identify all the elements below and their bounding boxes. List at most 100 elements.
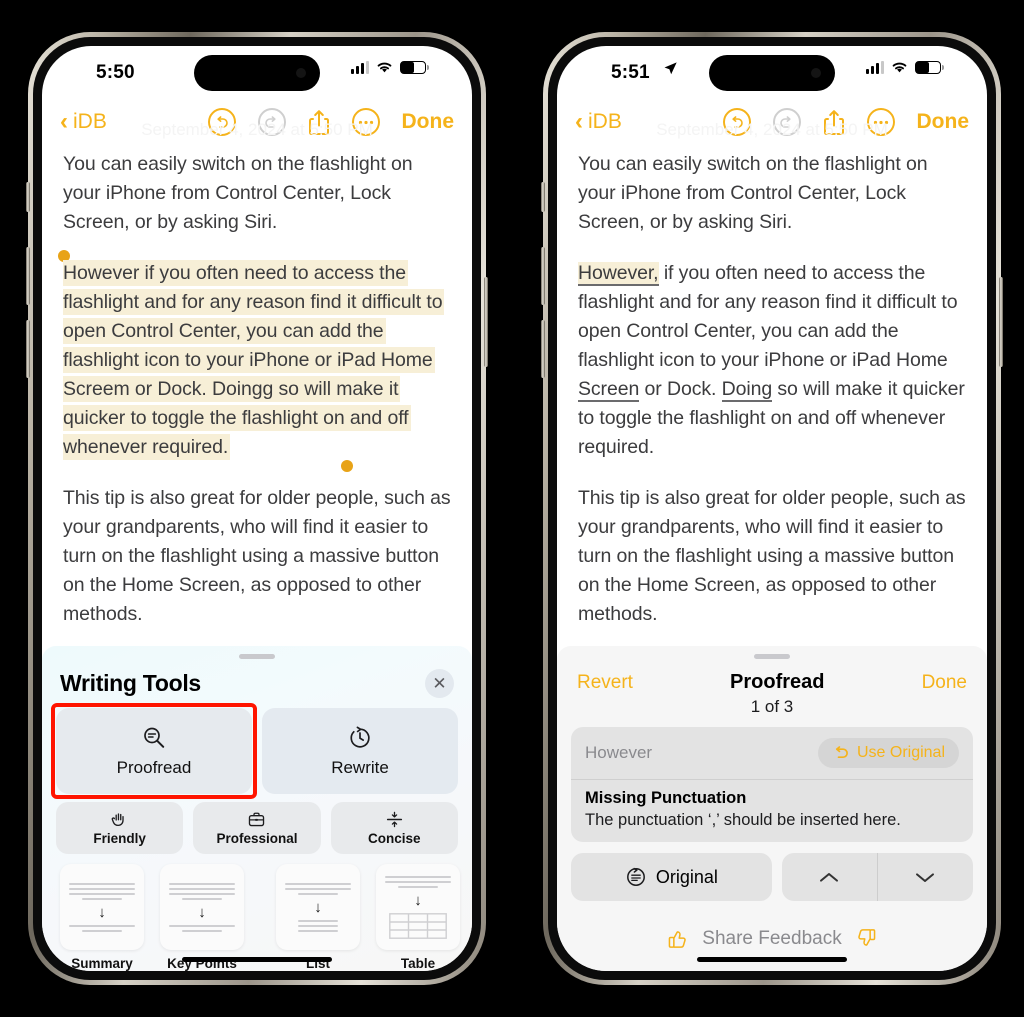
thumbs-up-icon[interactable] bbox=[666, 927, 689, 950]
signal-icon bbox=[866, 60, 884, 74]
proofread-button[interactable]: Proofread bbox=[51, 703, 257, 799]
note-paragraph-3: This tip is also great for older people,… bbox=[63, 487, 451, 625]
rewrite-button[interactable]: Rewrite bbox=[262, 708, 458, 794]
dynamic-island bbox=[709, 55, 835, 91]
correction-doing[interactable]: Doing bbox=[721, 378, 772, 402]
left-nav-bar: September 4, 2024 at 5:50 PM ‹ iDB Done bbox=[42, 98, 472, 146]
use-original-button[interactable]: Use Original bbox=[817, 738, 959, 768]
original-toggle-button[interactable]: Original bbox=[571, 853, 772, 901]
tone-concise-button[interactable]: Concise bbox=[330, 802, 458, 854]
front-camera-icon bbox=[811, 68, 821, 78]
table-card[interactable]: ↓ Table bbox=[376, 864, 460, 971]
side-power-button[interactable] bbox=[484, 277, 488, 367]
done-button[interactable]: Done bbox=[917, 110, 970, 134]
nav-actions: Done bbox=[207, 108, 455, 136]
undo-icon[interactable] bbox=[207, 108, 236, 136]
share-feedback-label[interactable]: Share Feedback bbox=[702, 928, 841, 950]
waving-hand-icon bbox=[111, 813, 124, 827]
key-points-icon: ↓ bbox=[160, 864, 244, 950]
original-lines-icon bbox=[626, 867, 645, 886]
suggestion-card: However Use Original Missing Punctuation… bbox=[571, 727, 973, 842]
close-icon[interactable]: ✕ bbox=[425, 669, 454, 698]
rewrite-label: Rewrite bbox=[331, 757, 389, 777]
tone-friendly-button[interactable]: Friendly bbox=[56, 802, 184, 854]
volume-up-button[interactable] bbox=[541, 247, 545, 305]
front-camera-icon bbox=[296, 68, 306, 78]
back-button[interactable]: ‹ iDB bbox=[575, 110, 622, 134]
proofread-sheet: Revert Proofread Done 1 of 3 However Use… bbox=[557, 646, 987, 971]
writing-tools-primary-row: Proofread Rewrite bbox=[42, 698, 472, 799]
back-button[interactable]: ‹ iDB bbox=[60, 110, 107, 134]
arrow-down-icon: ↓ bbox=[414, 891, 422, 909]
issue-detail-block: Missing Punctuation The punctuation ‘,’ … bbox=[571, 780, 973, 842]
signal-icon bbox=[351, 60, 369, 74]
chevron-down-icon[interactable] bbox=[878, 853, 973, 901]
undo-icon[interactable] bbox=[722, 108, 751, 136]
para2-text-2: or Dock. bbox=[639, 378, 722, 400]
back-label: iDB bbox=[73, 110, 107, 133]
list-card[interactable]: ↓ List bbox=[276, 864, 360, 971]
chevron-up-icon[interactable] bbox=[782, 853, 877, 901]
selection-handle-end[interactable] bbox=[341, 460, 353, 472]
left-note-body[interactable]: You can easily switch on the flashlight … bbox=[42, 146, 472, 629]
proofread-title: Proofread bbox=[730, 671, 825, 693]
share-icon[interactable] bbox=[823, 109, 845, 136]
volume-up-button[interactable] bbox=[26, 247, 30, 305]
writing-tools-transform-row: ↓ Summary ↓ Key Points ↓ List ↓ Table bbox=[42, 854, 472, 971]
wifi-icon bbox=[892, 62, 907, 73]
issue-description: The punctuation ‘,’ should be inserted h… bbox=[585, 811, 901, 829]
left-status-bar: 5:50 bbox=[42, 46, 472, 98]
location-arrow-icon bbox=[663, 61, 678, 76]
key-points-card[interactable]: ↓ Key Points bbox=[160, 864, 244, 971]
summary-icon: ↓ bbox=[60, 864, 144, 950]
redo-icon[interactable] bbox=[257, 108, 286, 136]
back-label: iDB bbox=[588, 110, 622, 133]
writing-tools-tone-row: Friendly Professional Concise bbox=[42, 794, 472, 854]
more-icon[interactable] bbox=[866, 108, 895, 136]
note-paragraph-2-selected: However if you often need to access the … bbox=[63, 260, 445, 460]
side-power-button[interactable] bbox=[999, 277, 1003, 367]
table-label: Table bbox=[400, 956, 436, 971]
more-icon[interactable] bbox=[351, 108, 380, 136]
compress-icon bbox=[386, 811, 402, 828]
share-icon[interactable] bbox=[308, 109, 330, 136]
tone-professional-label: Professional bbox=[216, 831, 298, 846]
note-paragraph-3: This tip is also great for older people,… bbox=[578, 487, 966, 625]
note-paragraph-1: You can easily switch on the flashlight … bbox=[578, 153, 928, 233]
status-time: 5:50 bbox=[96, 62, 135, 83]
status-indicators bbox=[351, 60, 429, 74]
proofread-header: Revert Proofread Done bbox=[557, 659, 987, 694]
table-icon: ↓ bbox=[376, 864, 460, 950]
left-phone-screen: 5:50 September 4, 2024 at 5:50 PM ‹ iDB … bbox=[42, 46, 472, 971]
chevron-left-icon: ‹ bbox=[575, 108, 583, 135]
revert-button[interactable]: Revert bbox=[577, 672, 633, 694]
tone-professional-button[interactable]: Professional bbox=[193, 802, 321, 854]
redo-icon[interactable] bbox=[772, 108, 801, 136]
left-iphone-device: 5:50 September 4, 2024 at 5:50 PM ‹ iDB … bbox=[26, 32, 488, 985]
battery-icon bbox=[400, 60, 429, 74]
done-button[interactable]: Done bbox=[402, 110, 455, 134]
summary-card[interactable]: ↓ Summary bbox=[60, 864, 144, 971]
status-time: 5:51 bbox=[611, 62, 650, 83]
action-button[interactable] bbox=[541, 182, 545, 212]
proofread-controls: Original bbox=[557, 842, 987, 901]
proofread-done-button[interactable]: Done bbox=[922, 672, 967, 694]
suggestion-word: However bbox=[585, 743, 653, 762]
right-nav-bar: September 4, 2024 at 5:50 PM ‹ iDB Done bbox=[557, 98, 987, 146]
chevron-left-icon: ‹ bbox=[60, 108, 68, 135]
action-button[interactable] bbox=[26, 182, 30, 212]
volume-down-button[interactable] bbox=[541, 320, 545, 378]
right-note-body[interactable]: You can easily switch on the flashlight … bbox=[557, 146, 987, 629]
correction-however[interactable]: However, bbox=[578, 262, 659, 286]
correction-screen[interactable]: Screen bbox=[578, 378, 639, 402]
suggestion-counter: 1 of 3 bbox=[750, 697, 794, 716]
home-indicator[interactable] bbox=[182, 957, 332, 962]
list-icon: ↓ bbox=[276, 864, 360, 950]
home-indicator[interactable] bbox=[697, 957, 847, 962]
nav-actions: Done bbox=[722, 108, 970, 136]
right-iphone-device: 5:51 September 4, 2024 at 5:50 PM ‹ iDB … bbox=[541, 32, 1003, 985]
highlight-box bbox=[51, 703, 257, 799]
volume-down-button[interactable] bbox=[26, 320, 30, 378]
thumbs-down-icon[interactable] bbox=[855, 927, 878, 950]
selected-paragraph-wrapper[interactable]: However if you often need to access the … bbox=[58, 250, 451, 472]
